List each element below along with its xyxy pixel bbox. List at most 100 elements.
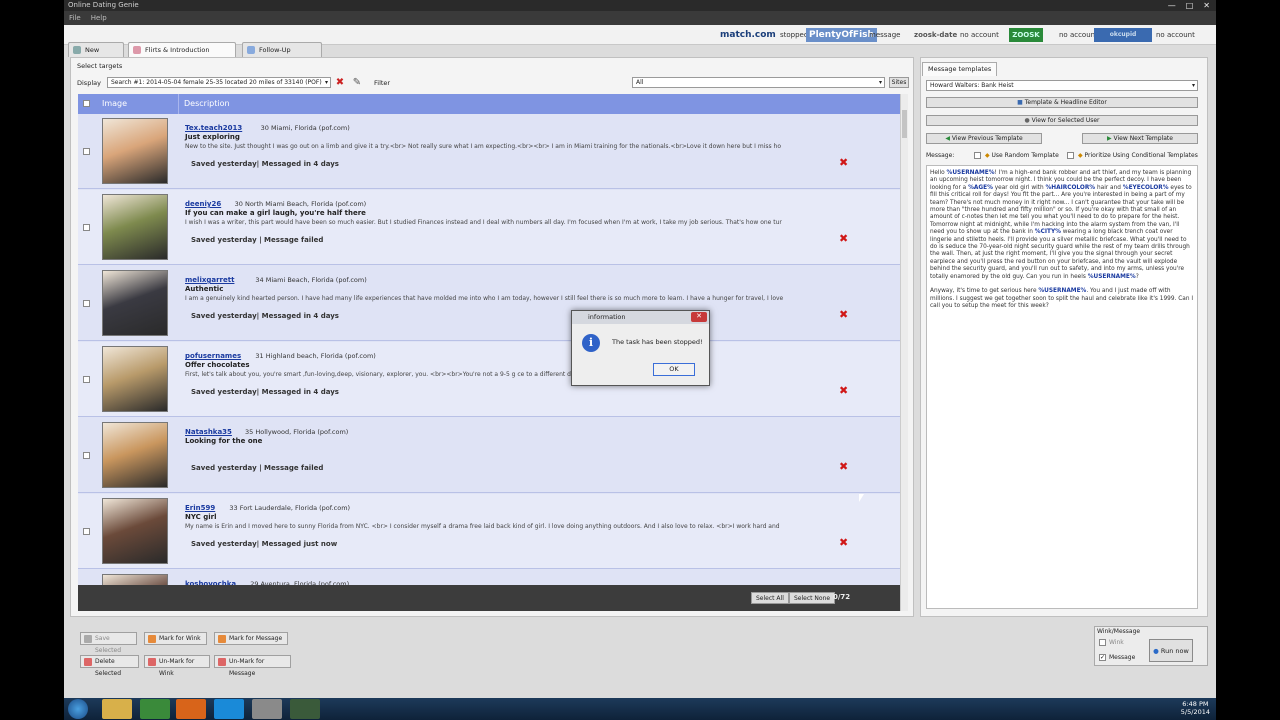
edit-search-icon[interactable]: ✎ — [351, 77, 363, 89]
profile-photo[interactable] — [102, 118, 168, 184]
clock-time: 6:48 PM — [1182, 700, 1209, 708]
profile-photo[interactable] — [102, 498, 168, 564]
remove-row-icon[interactable]: ✖ — [839, 309, 849, 320]
mark-wink-button[interactable]: Mark for Wink — [144, 632, 207, 645]
age-location: 33 Fort Lauderdale, Florida (pof.com) — [229, 504, 351, 512]
prioritize-checkbox[interactable] — [1067, 152, 1074, 159]
unwink-icon — [148, 658, 156, 666]
filter-select[interactable]: All ▾ — [632, 77, 885, 88]
tab-flirts[interactable]: Flirts & Introduction Messages — [128, 42, 236, 68]
save-selected-button[interactable]: Save Selected — [80, 632, 137, 654]
prev-template-button[interactable]: ◀ View Previous Template — [926, 133, 1042, 144]
main-tabs: New Search Flirts & Introduction Message… — [64, 40, 914, 68]
profile-photo[interactable] — [102, 194, 168, 260]
select-all-button[interactable]: Select All — [751, 592, 789, 604]
table-row[interactable]: Natashka35 35 Hollywood, Florida (pof.com… — [78, 418, 900, 493]
app-taskbar-icon[interactable] — [252, 699, 282, 719]
row-checkbox[interactable] — [83, 224, 90, 231]
zoosk-logo: ZOOSK — [1009, 28, 1043, 42]
table-row[interactable]: Erin599 33 Fort Lauderdale, Florida (pof.… — [78, 494, 900, 569]
remove-row-icon[interactable]: ✖ — [839, 461, 849, 472]
remove-row-icon[interactable]: ✖ — [839, 157, 849, 168]
dialog-close-button[interactable]: ✕ — [691, 312, 707, 322]
maximize-button[interactable]: □ — [1186, 0, 1194, 11]
table-row[interactable]: pofusernames 31 Highland beach, Florida (… — [78, 342, 900, 417]
dialog-ok-button[interactable]: OK — [653, 363, 695, 376]
mouse-cursor-icon — [859, 494, 864, 502]
delete-selected-button[interactable]: Delete Selected — [80, 655, 139, 677]
prioritize-label: ◆ Prioritize Using Conditional Templates — [1078, 152, 1198, 159]
clock-date: 5/5/2014 — [1180, 708, 1210, 716]
mail-icon — [247, 46, 255, 54]
select-none-button[interactable]: Select None — [789, 592, 836, 604]
mark-message-button[interactable]: Mark for Message — [214, 632, 288, 645]
tab-follow-up[interactable]: Follow-Up Messages — [242, 42, 322, 68]
menu-bar: File Help — [64, 11, 1216, 25]
menu-file[interactable]: File — [69, 11, 81, 25]
row-checkbox[interactable] — [83, 300, 90, 307]
message-option-label: Message — [1109, 654, 1136, 661]
genie-taskbar-icon[interactable] — [290, 699, 320, 719]
table-row[interactable]: deeniy26 30 North Miami Beach, Florida (p… — [78, 190, 900, 265]
select-targets-label: Select targets — [77, 62, 123, 70]
remove-row-icon[interactable]: ✖ — [839, 385, 849, 396]
heart-icon — [133, 46, 141, 54]
unmark-wink-button[interactable]: Un-Mark for Wink — [144, 655, 210, 677]
table-row[interactable]: melixgarrett 34 Miami Beach, Florida (pof… — [78, 266, 900, 341]
username-link[interactable]: Erin599 — [185, 504, 215, 512]
profile-headline: Just exploring — [185, 133, 240, 141]
clock[interactable]: 6:48 PM 5/5/2014 — [1181, 700, 1210, 716]
remove-row-icon[interactable]: ✖ — [839, 233, 849, 244]
message-checkbox[interactable]: ✓ — [1099, 654, 1106, 661]
message-icon — [218, 635, 226, 643]
save-icon — [84, 635, 92, 643]
username-link[interactable]: Tex.teach2013 — [185, 124, 242, 132]
wink-label: Wink — [1109, 639, 1124, 646]
wink-checkbox[interactable] — [1099, 639, 1106, 646]
view-selected-user-button[interactable]: ● View for Selected User — [926, 115, 1198, 126]
run-now-button[interactable]: ● Run now — [1149, 639, 1193, 662]
taskbar: 6:48 PM 5/5/2014 — [64, 698, 1216, 720]
row-checkbox[interactable] — [83, 148, 90, 155]
profile-photo[interactable] — [102, 346, 168, 412]
minimize-button[interactable]: — — [1168, 0, 1176, 11]
username-link[interactable]: Natashka35 — [185, 428, 232, 436]
table-row[interactable]: Tex.teach2013 30 Miami, Florida (pof.com)… — [78, 114, 900, 189]
username-link[interactable]: pofusernames — [185, 352, 241, 360]
delete-search-icon[interactable]: ✖ — [334, 77, 346, 89]
zoosk-status: no account — [1059, 31, 1098, 39]
unmark-message-button[interactable]: Un-Mark for Message — [214, 655, 291, 677]
profile-photo[interactable] — [102, 422, 168, 488]
close-button[interactable]: ✕ — [1203, 0, 1210, 11]
profile-snippet: New to the site. Just thought I was go o… — [185, 143, 781, 150]
row-status: Saved yesterday | Message failed — [191, 236, 324, 244]
row-checkbox[interactable] — [83, 528, 90, 535]
template-select[interactable]: Howard Walters: Bank Heist ▾ — [926, 80, 1198, 91]
start-button[interactable] — [68, 699, 88, 719]
profile-photo[interactable] — [102, 270, 168, 336]
template-editor-button[interactable]: ■ Template & Headline Editor — [926, 97, 1198, 108]
chevron-down-icon: ▾ — [878, 79, 882, 86]
editor-icon: ■ — [1017, 99, 1025, 106]
grid-scrollbar[interactable] — [900, 94, 908, 611]
row-checkbox[interactable] — [83, 376, 90, 383]
display-select[interactable]: Search #1: 2014-05-04 female 25-35 locat… — [107, 77, 331, 88]
template-body[interactable]: Hello %USERNAME%! I'm a high-end bank ro… — [926, 165, 1198, 609]
sites-button[interactable]: Sites — [889, 77, 909, 88]
skype-taskbar-icon[interactable] — [214, 699, 244, 719]
row-checkbox[interactable] — [83, 452, 90, 459]
age-location: 31 Highland beach, Florida (pof.com) — [255, 352, 376, 360]
select-all-checkbox[interactable] — [83, 100, 90, 107]
tab-message-templates[interactable]: Message templates — [922, 62, 998, 76]
menu-help[interactable]: Help — [91, 11, 107, 25]
firefox-taskbar-icon[interactable] — [176, 699, 206, 719]
profile-snippet: I am a genuinely kind hearted person. I … — [185, 295, 784, 302]
tab-new-search[interactable]: New Search — [68, 42, 124, 68]
explorer-taskbar-icon[interactable] — [102, 699, 132, 719]
next-template-button[interactable]: ▶ View Next Template — [1082, 133, 1198, 144]
remove-row-icon[interactable]: ✖ — [839, 537, 849, 548]
use-random-checkbox[interactable] — [974, 152, 981, 159]
username-link[interactable]: melixgarrett — [185, 276, 234, 284]
username-link[interactable]: deeniy26 — [185, 200, 221, 208]
chrome-taskbar-icon[interactable] — [140, 699, 170, 719]
